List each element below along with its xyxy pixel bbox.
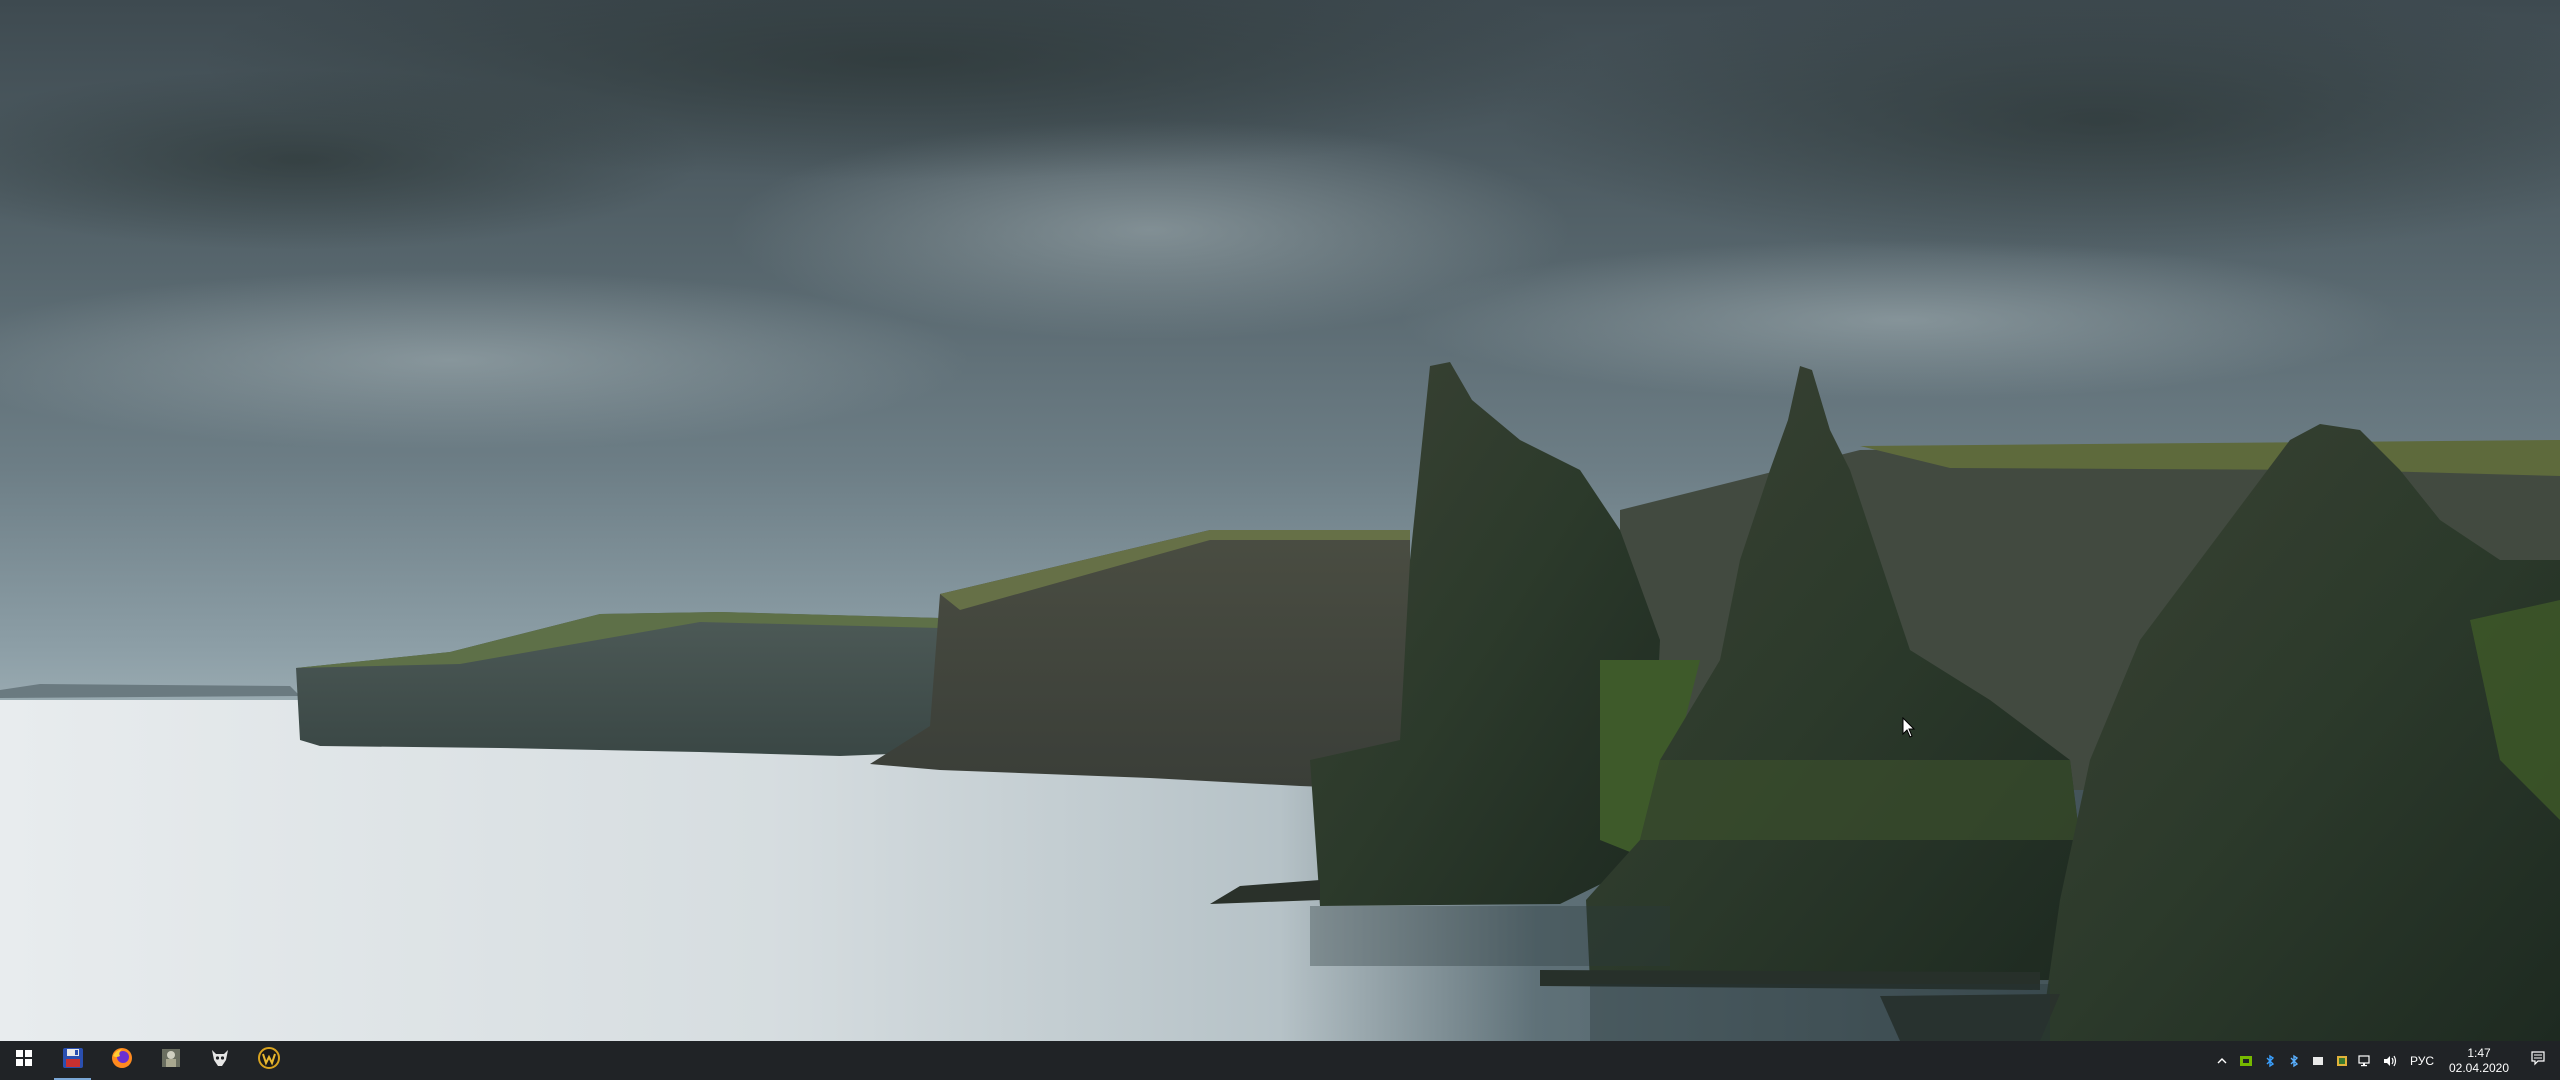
- taskbar-app-skull[interactable]: [195, 1041, 244, 1080]
- desktop-wallpaper: [0, 0, 2560, 1041]
- notification-icon: [2530, 1050, 2546, 1071]
- bluetooth-tray-icon[interactable]: [2258, 1041, 2282, 1080]
- action-center-button[interactable]: [2516, 1041, 2560, 1080]
- windows-logo-icon: [16, 1050, 32, 1071]
- network-icon[interactable]: [2354, 1041, 2378, 1080]
- mouse-pointer-icon: [1902, 716, 1916, 739]
- taskbar-app-warcraft[interactable]: [244, 1041, 293, 1080]
- armored-figure-icon: [159, 1046, 183, 1075]
- nvidia-tray-icon[interactable]: [2234, 1041, 2258, 1080]
- volume-icon[interactable]: [2378, 1041, 2402, 1080]
- clock-time: 1:47: [2467, 1045, 2491, 1060]
- system-tray: РУС 1:47 02.04.2020: [2210, 1041, 2560, 1080]
- app-grid-tray-icon[interactable]: [2330, 1041, 2354, 1080]
- floppy-disk-icon: [61, 1046, 85, 1075]
- taskbar-app-save[interactable]: [48, 1041, 97, 1080]
- show-hidden-icons-chevron-up-icon[interactable]: [2210, 1041, 2234, 1080]
- start-button[interactable]: [0, 1041, 48, 1080]
- window-tray-icon[interactable]: [2306, 1041, 2330, 1080]
- warcraft-w-icon: [257, 1046, 281, 1075]
- input-language-indicator[interactable]: РУС: [2402, 1054, 2442, 1068]
- bluetooth-alt-tray-icon[interactable]: [2282, 1041, 2306, 1080]
- clock[interactable]: 1:47 02.04.2020: [2442, 1041, 2516, 1080]
- taskbar-app-firefox[interactable]: [97, 1041, 146, 1080]
- taskbar-app-game-figure[interactable]: [146, 1041, 195, 1080]
- taskbar: РУС 1:47 02.04.2020: [0, 1041, 2560, 1080]
- clock-date: 02.04.2020: [2448, 1060, 2510, 1075]
- skull-icon: [208, 1046, 232, 1075]
- firefox-icon: [110, 1046, 134, 1075]
